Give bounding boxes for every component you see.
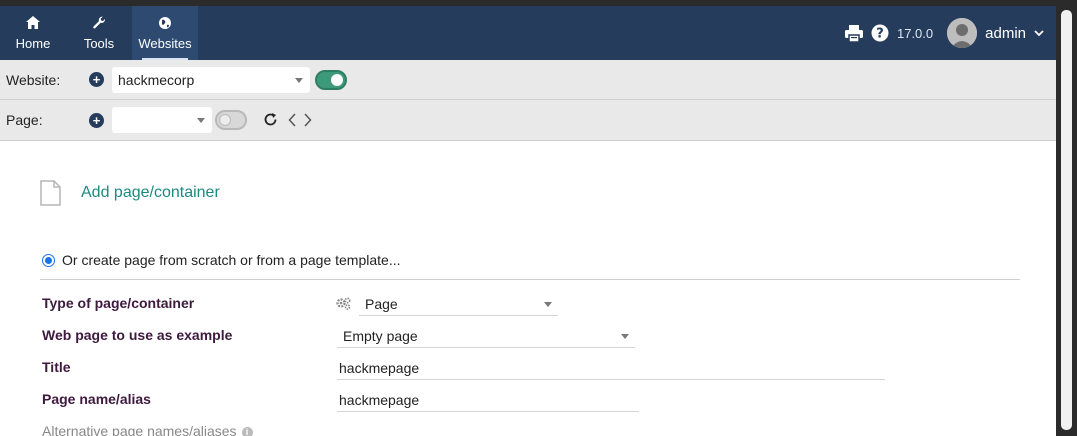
caret-down-icon xyxy=(295,77,303,83)
type-label: Type of page/container xyxy=(42,295,195,311)
website-toolbar: Website: + hackmecorp xyxy=(0,60,1056,100)
example-page-label: Web page to use as example xyxy=(42,327,233,343)
add-page-link[interactable]: Add page/container xyxy=(81,184,220,202)
nav-websites[interactable]: Websites xyxy=(132,6,198,60)
website-select[interactable]: hackmecorp xyxy=(112,66,310,93)
document-icon xyxy=(40,180,61,206)
type-select-value: Page xyxy=(365,296,398,312)
create-from-scratch-option[interactable]: Or create page from scratch or from a pa… xyxy=(42,252,400,268)
help-icon[interactable]: ? xyxy=(871,24,889,42)
globe-icon xyxy=(158,16,172,30)
caret-down-icon xyxy=(544,302,552,307)
next-icon[interactable] xyxy=(304,113,312,132)
create-from-scratch-radio[interactable] xyxy=(42,253,55,267)
type-select[interactable]: Page xyxy=(359,292,558,316)
navbar-right-tools: ? 17.0.0 admin xyxy=(844,6,1044,60)
page-toolbar: Page: + xyxy=(0,100,1056,141)
alias-label: Page name/alias xyxy=(42,391,151,407)
toggle-knob xyxy=(331,73,343,86)
home-icon xyxy=(26,16,40,30)
example-page-select-value: Empty page xyxy=(343,328,418,344)
toggle-knob xyxy=(219,114,231,126)
alias-input[interactable]: hackmepage xyxy=(337,388,639,412)
print-icon[interactable] xyxy=(844,24,863,42)
nav-websites-label: Websites xyxy=(138,35,192,51)
create-from-scratch-label: Or create page from scratch or from a pa… xyxy=(62,252,401,268)
gears-icon xyxy=(336,297,351,310)
username[interactable]: admin xyxy=(985,25,1026,42)
vertical-scrollbar[interactable] xyxy=(1056,6,1077,436)
website-select-value: hackmecorp xyxy=(118,71,195,88)
alt-alias-label-text: Alternative page names/aliases xyxy=(42,423,237,436)
add-page-button[interactable]: + xyxy=(89,112,104,128)
caret-down-icon xyxy=(197,118,205,123)
nav-home[interactable]: Home xyxy=(10,6,56,60)
add-website-button[interactable]: + xyxy=(89,72,104,87)
nav-home-label: Home xyxy=(15,35,51,51)
alias-input-value: hackmepage xyxy=(339,392,420,408)
user-avatar[interactable] xyxy=(947,18,978,48)
app-version: 17.0.0 xyxy=(896,25,934,41)
example-page-select[interactable]: Empty page xyxy=(337,324,635,348)
add-page-section: Add page/container xyxy=(40,180,220,206)
nav-tools[interactable]: Tools xyxy=(80,6,118,60)
nav-tools-label: Tools xyxy=(83,35,115,51)
svg-text:?: ? xyxy=(876,27,884,42)
top-navbar: Home Tools Websites ? 17.0.0 admin xyxy=(0,6,1056,60)
page-status-toggle[interactable] xyxy=(215,110,247,130)
website-label: Website: xyxy=(6,71,61,88)
chevron-down-icon[interactable] xyxy=(1034,29,1044,37)
info-icon[interactable]: i xyxy=(241,426,253,436)
section-divider xyxy=(40,279,1020,280)
title-input-value: hackmepage xyxy=(339,360,420,376)
alt-alias-label: Alternative page names/aliases i xyxy=(42,423,253,436)
scrollbar-thumb[interactable] xyxy=(1061,10,1072,430)
radio-selected-dot xyxy=(45,256,52,264)
website-status-toggle[interactable] xyxy=(315,69,347,90)
refresh-icon[interactable] xyxy=(263,112,278,132)
page-select[interactable] xyxy=(112,107,212,133)
caret-down-icon xyxy=(621,334,629,339)
title-input[interactable]: hackmepage xyxy=(337,356,885,380)
wrench-icon xyxy=(92,16,106,30)
page-label: Page: xyxy=(6,112,43,128)
title-label: Title xyxy=(42,359,71,375)
previous-icon[interactable] xyxy=(288,113,296,132)
